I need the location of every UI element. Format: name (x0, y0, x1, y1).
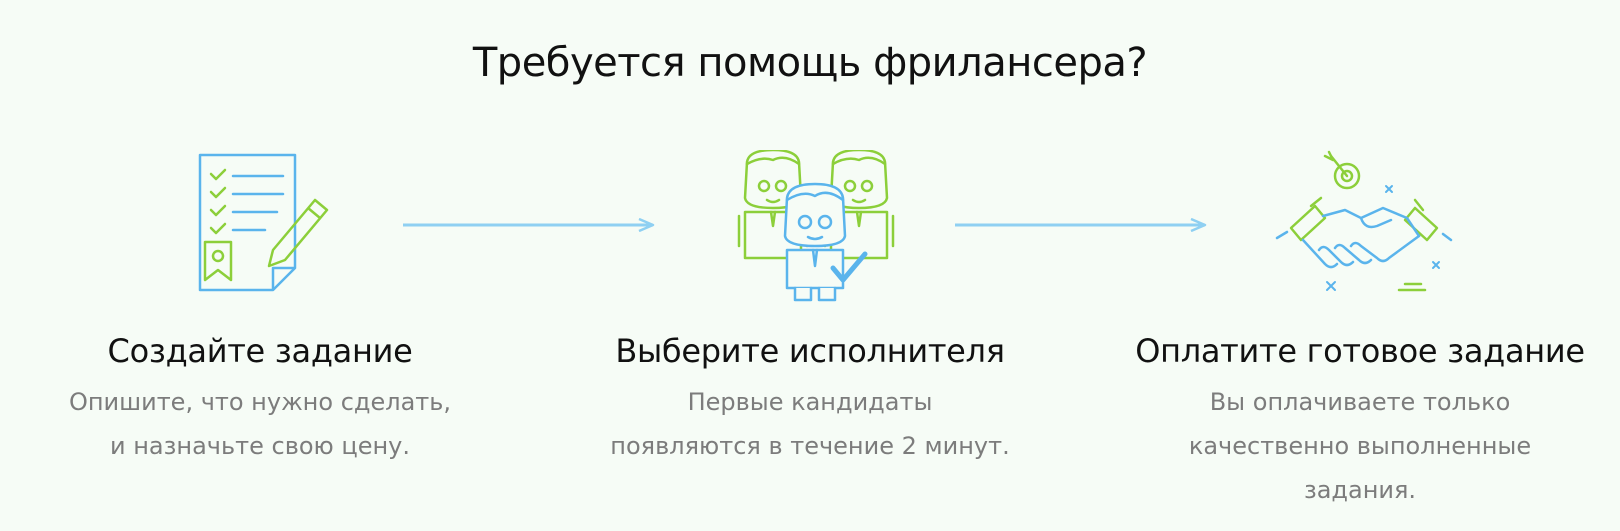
choose-freelancer-icon (737, 150, 895, 302)
page-title: Требуется помощь фрилансера? (472, 40, 1148, 86)
step-choose-freelancer: Выберите исполнителя Первые кандидаты по… (550, 150, 1070, 468)
step-create-task: Создайте задание Опишите, что нужно сдел… (0, 150, 520, 468)
step-heading: Оплатите готовое задание (1135, 332, 1585, 370)
step-heading: Выберите исполнителя (615, 332, 1005, 370)
document-pencil-icon (198, 153, 329, 292)
step-pay-for-task: Оплатите готовое задание Вы оплачиваете … (1100, 150, 1620, 512)
step-description: Первые кандидаты появляются в течение 2 … (610, 388, 1010, 460)
step-heading: Создайте задание (107, 332, 413, 370)
step-description: Вы оплачиваете только качественно выполн… (1188, 388, 1532, 504)
step-description: Опишите, что нужно сделать, и назначьте … (68, 388, 452, 460)
handshake-icon (1275, 150, 1453, 292)
